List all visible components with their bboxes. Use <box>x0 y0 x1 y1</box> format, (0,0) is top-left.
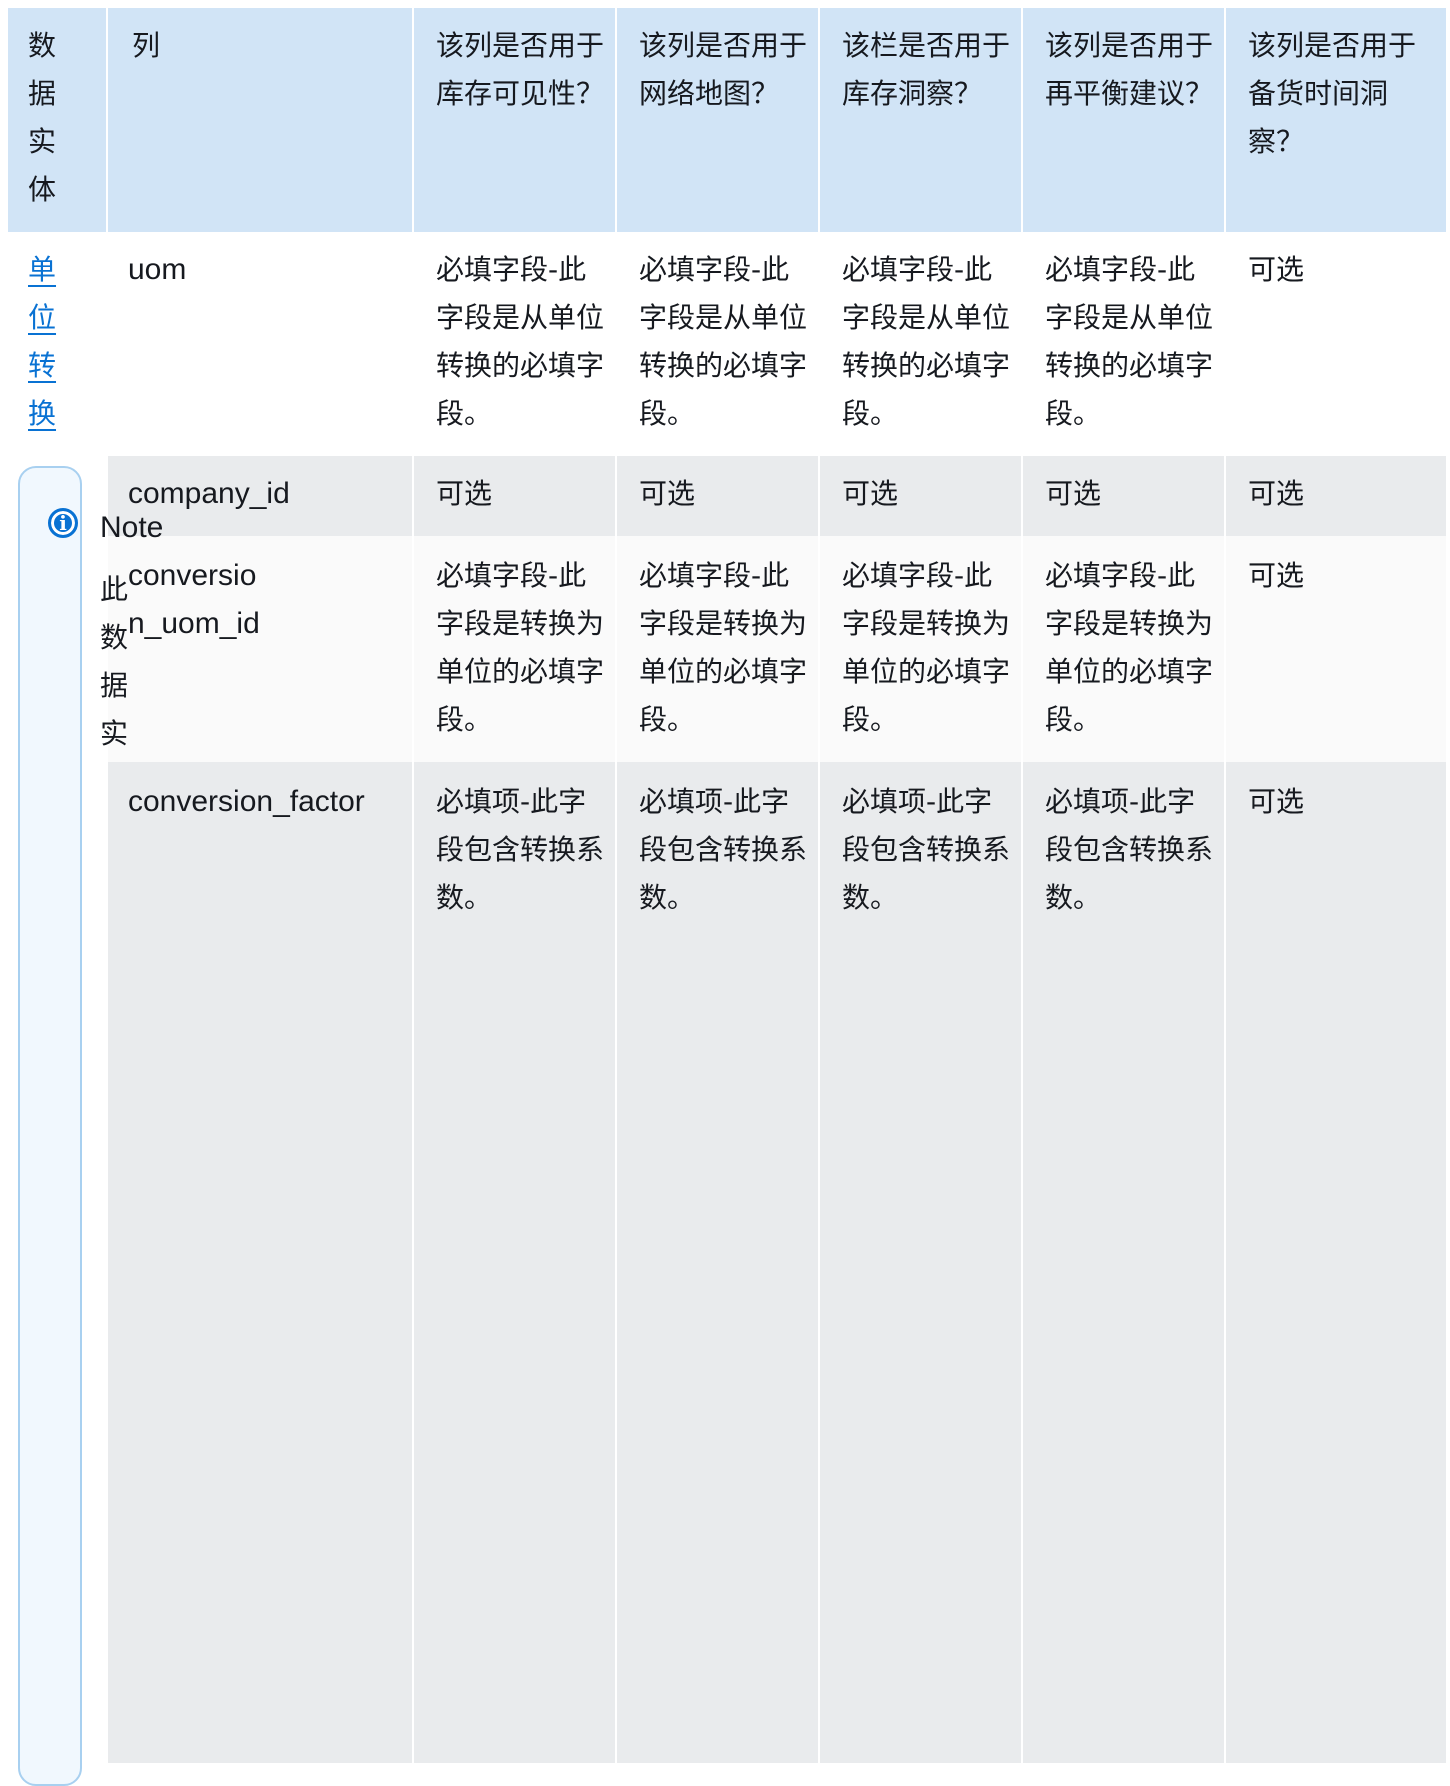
cell-value: 必填字段-此字段是转换为单位的必填字段。 <box>1045 559 1214 736</box>
column-name: uom <box>128 253 187 286</box>
cell-value: 必填项-此字段包含转换系数。 <box>639 785 808 914</box>
table-header-row: 数据实体 列 该列是否用于库存可见性？ 该列是否用于网络地图？ 该栏是否用于库存… <box>8 8 1446 232</box>
header-network-map: 该列是否用于网络地图？ <box>639 29 808 110</box>
column-name: conversion_uom_id <box>128 559 260 640</box>
cell-value: 可选 <box>1248 559 1305 592</box>
cell-value: 必填字段-此字段是从单位转换的必填字段。 <box>842 253 1011 430</box>
header-lead-time: 该列是否用于备货时间洞察？ <box>1248 29 1417 158</box>
header-entity: 数据实体 <box>28 29 57 206</box>
cell-value: 必填字段-此字段是从单位转换的必填字段。 <box>436 253 605 430</box>
note-title: Note <box>100 511 164 544</box>
header-inventory-insights: 该栏是否用于库存洞察？ <box>842 29 1011 110</box>
cell-value: 必填项-此字段包含转换系数。 <box>436 785 605 914</box>
entity-link-unit-conversion[interactable]: 单位转换 <box>28 246 62 438</box>
cell-value: 必填字段-此字段是转换为单位的必填字段。 <box>436 559 605 736</box>
cell-value: 可选 <box>1045 477 1102 510</box>
header-inventory-visibility: 该列是否用于库存可见性？ <box>436 29 605 110</box>
note-callout <box>18 466 82 1786</box>
cell-value: 必填项-此字段包含转换系数。 <box>842 785 1011 914</box>
cell-value: 必填字段-此字段是从单位转换的必填字段。 <box>639 253 808 430</box>
cell-value: 可选 <box>436 477 493 510</box>
cell-value: 可选 <box>639 477 696 510</box>
info-icon: i <box>48 508 78 538</box>
cell-value: 必填字段-此字段是转换为单位的必填字段。 <box>842 559 1011 736</box>
cell-value: 可选 <box>1248 253 1305 286</box>
header-column: 列 <box>132 29 161 62</box>
cell-value: 必填项-此字段包含转换系数。 <box>1045 785 1214 914</box>
cell-value: 必填字段-此字段是从单位转换的必填字段。 <box>1045 253 1214 430</box>
header-rebalance: 该列是否用于再平衡建议？ <box>1045 29 1214 110</box>
column-name: conversion_factor <box>128 785 365 818</box>
note-body: 此数据实 <box>100 573 129 750</box>
data-entity-table: 数据实体 列 该列是否用于库存可见性？ 该列是否用于网络地图？ 该栏是否用于库存… <box>8 8 1446 1763</box>
cell-value: 可选 <box>1248 785 1305 818</box>
cell-value: 可选 <box>1248 477 1305 510</box>
cell-value: 必填字段-此字段是转换为单位的必填字段。 <box>639 559 808 736</box>
cell-value: 可选 <box>842 477 899 510</box>
